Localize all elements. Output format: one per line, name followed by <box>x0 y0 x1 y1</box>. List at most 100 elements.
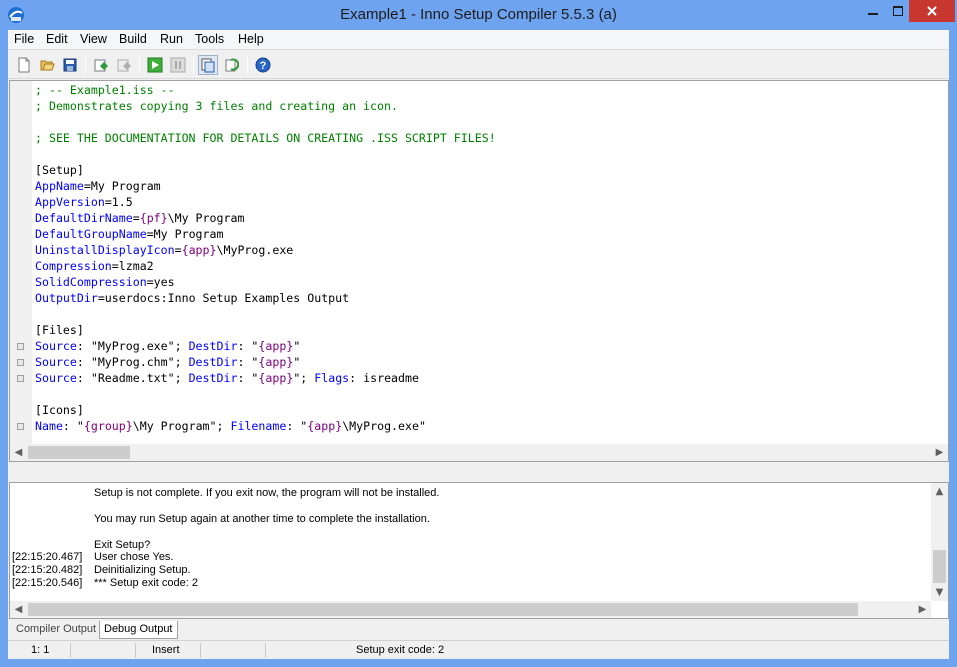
save-icon[interactable] <box>60 55 80 75</box>
open-file-icon[interactable] <box>37 55 57 75</box>
code-line[interactable]: AppName=My Program <box>35 178 496 194</box>
fold-marker-icon[interactable] <box>17 375 24 382</box>
code-token-const: {app} <box>258 355 294 369</box>
code-token-plain: : "MyProg.chm"; <box>76 355 189 369</box>
code-line[interactable] <box>35 114 496 130</box>
output-timestamp: [22:15:20.467] <box>12 551 83 564</box>
status-separator <box>200 643 201 658</box>
pause-icon[interactable] <box>168 55 188 75</box>
cursor-position: 1: 1 <box>31 644 50 656</box>
code-token-section: [Files] <box>35 323 84 337</box>
scroll-left-icon[interactable]: ◀ <box>10 444 27 461</box>
tab-debug-output[interactable]: Debug Output <box>99 621 178 639</box>
code-line[interactable]: ; Demonstrates copying 3 files and creat… <box>35 98 496 114</box>
status-bar: 1: 1 Insert Setup exit code: 2 <box>8 640 949 659</box>
code-line[interactable]: [Setup] <box>35 162 496 178</box>
scroll-up-icon[interactable]: ▲ <box>931 483 948 500</box>
code-line[interactable]: DefaultDirName={pf}\My Program <box>35 210 496 226</box>
code-token-plain: =yes <box>146 275 175 289</box>
code-token-key: Source <box>35 371 77 385</box>
code-line[interactable]: ; -- Example1.iss -- <box>35 82 496 98</box>
client-area: File Edit View Build Run Tools Help ? ; … <box>8 30 949 659</box>
fold-marker-icon[interactable] <box>17 423 24 430</box>
close-button[interactable] <box>909 0 955 22</box>
status-separator <box>135 643 136 658</box>
compile-icon[interactable] <box>91 55 111 75</box>
output-horizontal-scrollbar[interactable]: ◀ ▶ <box>10 601 931 618</box>
code-token-key: Source <box>35 355 77 369</box>
code-token-plain: =1.5 <box>104 195 133 209</box>
target-setup-icon[interactable] <box>198 55 218 75</box>
fold-marker-icon[interactable] <box>17 359 24 366</box>
output-message: Exit Setup? <box>94 538 151 551</box>
code-token-plain: " <box>293 339 301 353</box>
fold-marker-icon[interactable] <box>17 343 24 350</box>
menu-edit[interactable]: Edit <box>46 32 68 46</box>
code-token-const: {app} <box>258 371 294 385</box>
code-token-key: Flags <box>314 371 350 385</box>
scrollbar-thumb[interactable] <box>28 446 130 459</box>
code-line[interactable] <box>35 146 496 162</box>
scroll-right-icon[interactable]: ▶ <box>931 444 948 461</box>
code-line[interactable]: [Files] <box>35 322 496 338</box>
stop-compile-icon[interactable] <box>114 55 134 75</box>
code-line[interactable]: DefaultGroupName=My Program <box>35 226 496 242</box>
output-vertical-scrollbar[interactable]: ▲ ▼ <box>931 483 948 601</box>
code-line[interactable] <box>35 386 496 402</box>
code-token-const: {app} <box>258 339 294 353</box>
title-bar[interactable]: Example1 - Inno Setup Compiler 5.5.3 (a) <box>0 0 957 30</box>
panel-splitter[interactable] <box>8 463 949 481</box>
minimize-button[interactable] <box>859 0 887 22</box>
scrollbar-thumb[interactable] <box>933 550 946 583</box>
debug-output-panel[interactable]: Setup is not complete. If you exit now, … <box>9 482 949 619</box>
scroll-down-icon[interactable]: ▼ <box>931 584 948 601</box>
code-token-plain: \My Program <box>167 211 245 225</box>
target-uninstall-icon[interactable] <box>221 55 241 75</box>
output-message: User chose Yes. <box>94 551 174 564</box>
editor-horizontal-scrollbar[interactable]: ◀ ▶ <box>10 444 948 461</box>
code-line[interactable]: Source: "MyProg.exe"; DestDir: "{app}" <box>35 338 496 354</box>
code-line[interactable]: Name: "{group}\My Program"; Filename: "{… <box>35 418 496 434</box>
application-window: Example1 - Inno Setup Compiler 5.5.3 (a)… <box>0 0 957 667</box>
code-line[interactable]: Source: "MyProg.chm"; DestDir: "{app}" <box>35 354 496 370</box>
code-line[interactable]: Source: "Readme.txt"; DestDir: "{app}"; … <box>35 370 496 386</box>
scroll-left-icon[interactable]: ◀ <box>10 601 27 618</box>
scroll-right-icon[interactable]: ▶ <box>914 601 931 618</box>
code-line[interactable]: AppVersion=1.5 <box>35 194 496 210</box>
script-code[interactable]: ; -- Example1.iss -- ; Demonstrates copyi… <box>35 82 496 434</box>
menu-tools[interactable]: Tools <box>195 32 224 46</box>
code-token-key: AppVersion <box>35 195 105 209</box>
code-token-comment: ; SEE THE DOCUMENTATION FOR DETAILS ON C… <box>35 131 496 145</box>
code-token-plain: : "Readme.txt"; <box>76 371 189 385</box>
tab-compiler-output[interactable]: Compiler Output <box>12 621 100 639</box>
run-icon[interactable] <box>145 55 165 75</box>
script-editor[interactable]: ; -- Example1.iss -- ; Demonstrates copyi… <box>9 80 949 462</box>
menu-view[interactable]: View <box>80 32 107 46</box>
code-token-key: Name <box>35 419 63 433</box>
code-token-plain: : " <box>286 419 308 433</box>
menu-file[interactable]: File <box>14 32 34 46</box>
help-icon[interactable]: ? <box>253 55 273 75</box>
code-line[interactable]: OutputDir=userdocs:Inno Setup Examples O… <box>35 290 496 306</box>
code-line[interactable] <box>35 306 496 322</box>
maximize-button[interactable] <box>884 0 912 22</box>
code-line[interactable]: UninstallDisplayIcon={app}\MyProg.exe <box>35 242 496 258</box>
menu-help[interactable]: Help <box>238 32 264 46</box>
menu-build[interactable]: Build <box>119 32 147 46</box>
window-title: Example1 - Inno Setup Compiler 5.5.3 (a) <box>340 6 617 23</box>
code-token-key: DestDir <box>188 355 238 369</box>
code-line[interactable]: Compression=lzma2 <box>35 258 496 274</box>
status-separator <box>70 643 71 658</box>
code-token-comment: ; -- Example1.iss -- <box>35 83 175 97</box>
code-token-key: Filename <box>230 419 287 433</box>
menu-run[interactable]: Run <box>160 32 183 46</box>
editor-gutter <box>10 81 32 461</box>
code-token-plain: =My Program <box>83 179 161 193</box>
code-line[interactable]: [Icons] <box>35 402 496 418</box>
code-line[interactable]: ; SEE THE DOCUMENTATION FOR DETAILS ON C… <box>35 130 496 146</box>
code-line[interactable]: SolidCompression=yes <box>35 274 496 290</box>
output-message: *** Setup exit code: 2 <box>94 577 198 590</box>
scrollbar-thumb[interactable] <box>28 603 858 616</box>
code-token-key: AppName <box>35 179 84 193</box>
new-file-icon[interactable] <box>14 55 34 75</box>
